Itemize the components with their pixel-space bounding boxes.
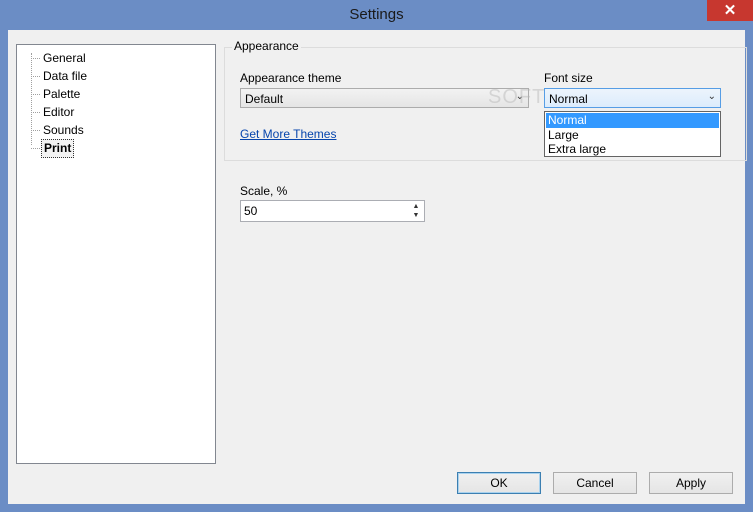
spin-down-icon[interactable]: ▼ (410, 211, 422, 220)
tree-connector-line (31, 112, 40, 113)
tree-item-print[interactable]: Print (41, 139, 75, 158)
apply-button[interactable]: Apply (649, 472, 733, 494)
settings-window: Settings ✕ General Data file Palette Edi… (0, 0, 753, 512)
tree-connector-line (31, 94, 40, 95)
font-size-label: Font size (544, 71, 593, 85)
tree-item-sounds[interactable]: Sounds (41, 122, 86, 139)
font-size-option-large[interactable]: Large (546, 128, 719, 143)
tree-item-editor[interactable]: Editor (41, 104, 76, 121)
title-bar[interactable]: Settings ✕ (0, 0, 753, 30)
settings-category-tree[interactable]: General Data file Palette Editor Sounds … (16, 44, 216, 464)
tree-item-general[interactable]: General (41, 50, 88, 67)
font-size-option-normal[interactable]: Normal (546, 113, 719, 128)
window-title: Settings (349, 6, 404, 23)
tree-item-palette[interactable]: Palette (41, 86, 82, 103)
font-size-dropdown[interactable]: Normal ⌄ (544, 88, 721, 108)
scale-spinbox[interactable]: 50 ▲ ▼ (240, 200, 425, 222)
font-size-value: Normal (549, 92, 588, 106)
tree-connector-line (31, 76, 40, 77)
appearance-theme-value: Default (245, 92, 284, 106)
font-size-options-list[interactable]: Normal Large Extra large (544, 111, 721, 157)
scale-value: 50 (244, 204, 258, 218)
font-size-option-extra-large[interactable]: Extra large (546, 142, 719, 157)
ok-button[interactable]: OK (457, 472, 541, 494)
tree-item-data-file[interactable]: Data file (41, 68, 89, 85)
appearance-theme-dropdown[interactable]: Default ⌄ (240, 88, 529, 108)
close-button[interactable]: ✕ (707, 0, 753, 21)
tree-connector-line (31, 130, 40, 131)
chevron-down-icon: ⌄ (707, 91, 716, 102)
spin-up-icon[interactable]: ▲ (410, 202, 422, 211)
tree-connector-line (31, 148, 40, 149)
appearance-theme-label: Appearance theme (240, 71, 342, 85)
dialog-client-area: General Data file Palette Editor Sounds … (8, 30, 747, 504)
scale-label: Scale, % (240, 184, 288, 198)
tree-connector-line (31, 58, 40, 59)
cancel-button[interactable]: Cancel (553, 472, 637, 494)
appearance-group-label: Appearance (232, 39, 301, 53)
tree-connector-line (31, 53, 32, 145)
get-more-themes-link[interactable]: Get More Themes (240, 127, 336, 141)
